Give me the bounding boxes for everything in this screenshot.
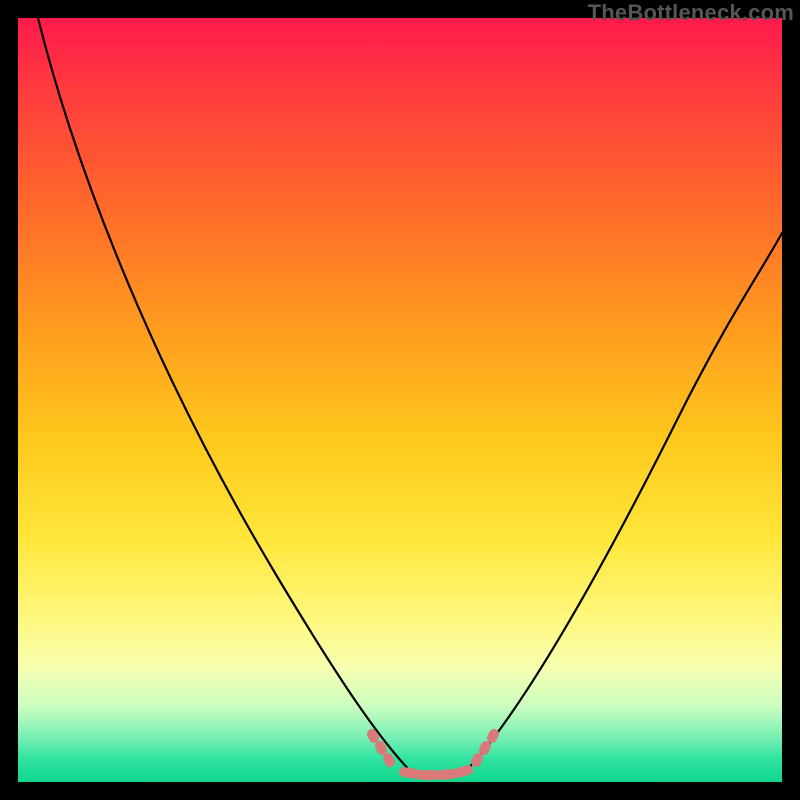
curve-right-limb	[463, 233, 782, 774]
chart-plot-area	[18, 18, 782, 782]
chart-frame: TheBottleneck.com	[0, 0, 800, 800]
highlight-markers	[372, 734, 494, 775]
curve-left-limb	[38, 18, 413, 774]
chart-svg	[18, 18, 782, 782]
watermark-text: TheBottleneck.com	[588, 0, 794, 26]
